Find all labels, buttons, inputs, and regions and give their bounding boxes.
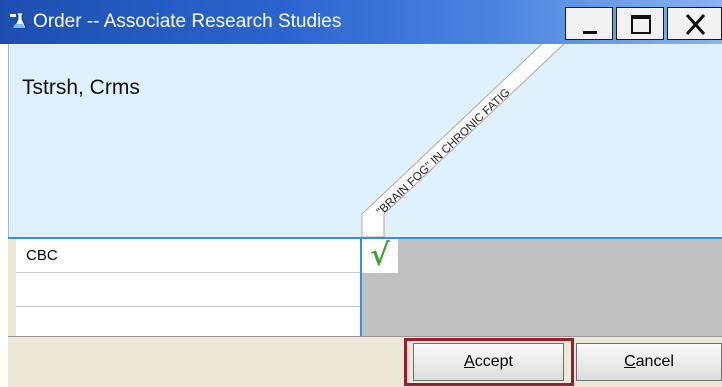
study-column-header-label: "BRAIN FOG" IN CHRONIC FATIG bbox=[375, 87, 513, 219]
patient-name: Tstrsh, Crms bbox=[22, 76, 140, 99]
accept-highlight-frame bbox=[404, 338, 574, 386]
study-column-header[interactable]: "BRAIN FOG" IN CHRONIC FATIG bbox=[360, 44, 722, 237]
order-label: CBC bbox=[26, 247, 58, 264]
maximize-icon bbox=[631, 15, 651, 34]
order-list: CBC bbox=[16, 239, 360, 336]
cancel-label-rest: ancel bbox=[635, 353, 674, 370]
order-window: Order -- Associate Research Studies Tstr… bbox=[0, 0, 722, 387]
grid-empty-area bbox=[362, 239, 722, 336]
title-bar[interactable]: Order -- Associate Research Studies bbox=[0, 0, 722, 44]
check-mark-icon: √ bbox=[370, 238, 390, 273]
list-item[interactable] bbox=[16, 273, 360, 307]
list-item[interactable]: CBC bbox=[16, 239, 360, 273]
minimize-button[interactable] bbox=[565, 7, 613, 40]
minimize-icon bbox=[583, 31, 597, 34]
cancel-button[interactable]: Cancel bbox=[576, 343, 722, 381]
close-icon bbox=[685, 13, 706, 36]
window-title: Order -- Associate Research Studies bbox=[33, 11, 342, 32]
maximize-button[interactable] bbox=[616, 7, 664, 40]
cancel-accelerator: C bbox=[624, 353, 636, 370]
close-button[interactable] bbox=[667, 7, 722, 40]
flask-app-icon bbox=[10, 12, 27, 29]
